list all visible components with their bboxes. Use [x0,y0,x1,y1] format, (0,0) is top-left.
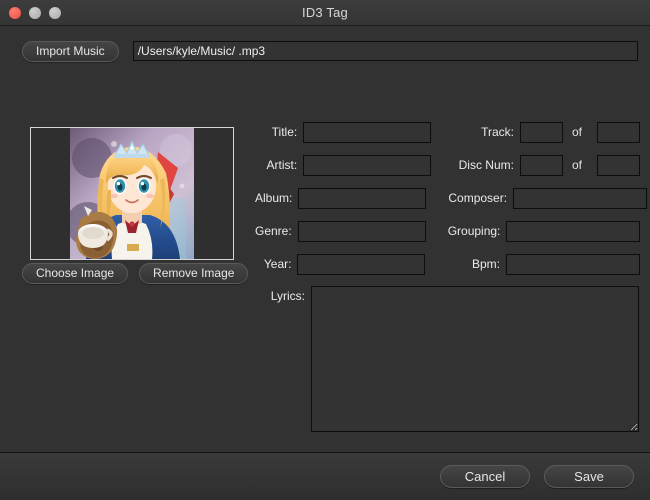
disc-num-label: Disc Num: [458,158,514,172]
artist-input[interactable] [303,154,432,176]
row-lyrics: Lyrics: [255,286,640,432]
title-input[interactable] [303,121,432,143]
import-row: Import Music /Users/kyle/Music/ .mp3 [22,40,638,62]
window-controls [9,0,61,26]
track-of-label: of [571,125,582,139]
track-input[interactable] [519,121,563,143]
disc-of-label: of [571,158,582,172]
bpm-label: Bpm: [471,257,500,271]
genre-input[interactable] [297,220,426,242]
minimize-button[interactable] [29,7,41,19]
window-title: ID3 Tag [302,5,348,20]
genre-label: Genre: [255,224,292,238]
save-button[interactable]: Save [544,465,634,488]
album-artwork-preview[interactable] [30,127,234,260]
year-label: Year: [263,257,292,271]
composer-label: Composer: [448,191,508,205]
file-path-field[interactable]: /Users/kyle/Music/ .mp3 [132,41,638,61]
cancel-button[interactable]: Cancel [440,465,530,488]
close-button[interactable] [9,7,21,19]
title-bar: ID3 Tag [0,0,650,26]
year-input[interactable] [297,253,426,275]
track-label: Track: [481,125,514,139]
artist-label: Artist: [266,158,298,172]
composer-input[interactable] [513,187,648,209]
artwork-buttons: Choose Image Remove Image [22,263,249,284]
album-artwork-image [70,128,194,259]
choose-image-button[interactable]: Choose Image [22,263,129,284]
disc-total-input[interactable] [597,154,640,176]
metadata-form: Title: Track: of Artist: Disc Num: of Al… [255,121,648,432]
row-year-bpm: Year: Bpm: [255,253,640,275]
disc-num-input[interactable] [519,154,563,176]
remove-image-button[interactable]: Remove Image [139,263,249,284]
row-title-track: Title: Track: of [255,121,640,143]
lyrics-textarea[interactable] [311,286,639,432]
row-genre-grouping: Genre: Grouping: [255,220,641,242]
album-label: Album: [255,191,293,205]
maximize-button[interactable] [49,7,61,19]
bpm-input[interactable] [506,253,640,275]
row-album-composer: Album: Composer: [255,187,648,209]
grouping-input[interactable] [506,220,641,242]
dialog-footer: Cancel Save [0,452,650,500]
title-label: Title: [271,125,298,139]
main-content: Import Music /Users/kyle/Music/ .mp3 Cho… [0,26,650,452]
import-music-button[interactable]: Import Music [22,40,119,62]
track-total-input[interactable] [597,121,640,143]
grouping-label: Grouping: [447,224,501,238]
row-artist-disc: Artist: Disc Num: of [255,154,640,176]
lyrics-label: Lyrics: [270,289,305,303]
album-input[interactable] [298,187,427,209]
id3-tag-window: ID3 Tag Import Music /Users/kyle/Music/ … [0,0,650,500]
